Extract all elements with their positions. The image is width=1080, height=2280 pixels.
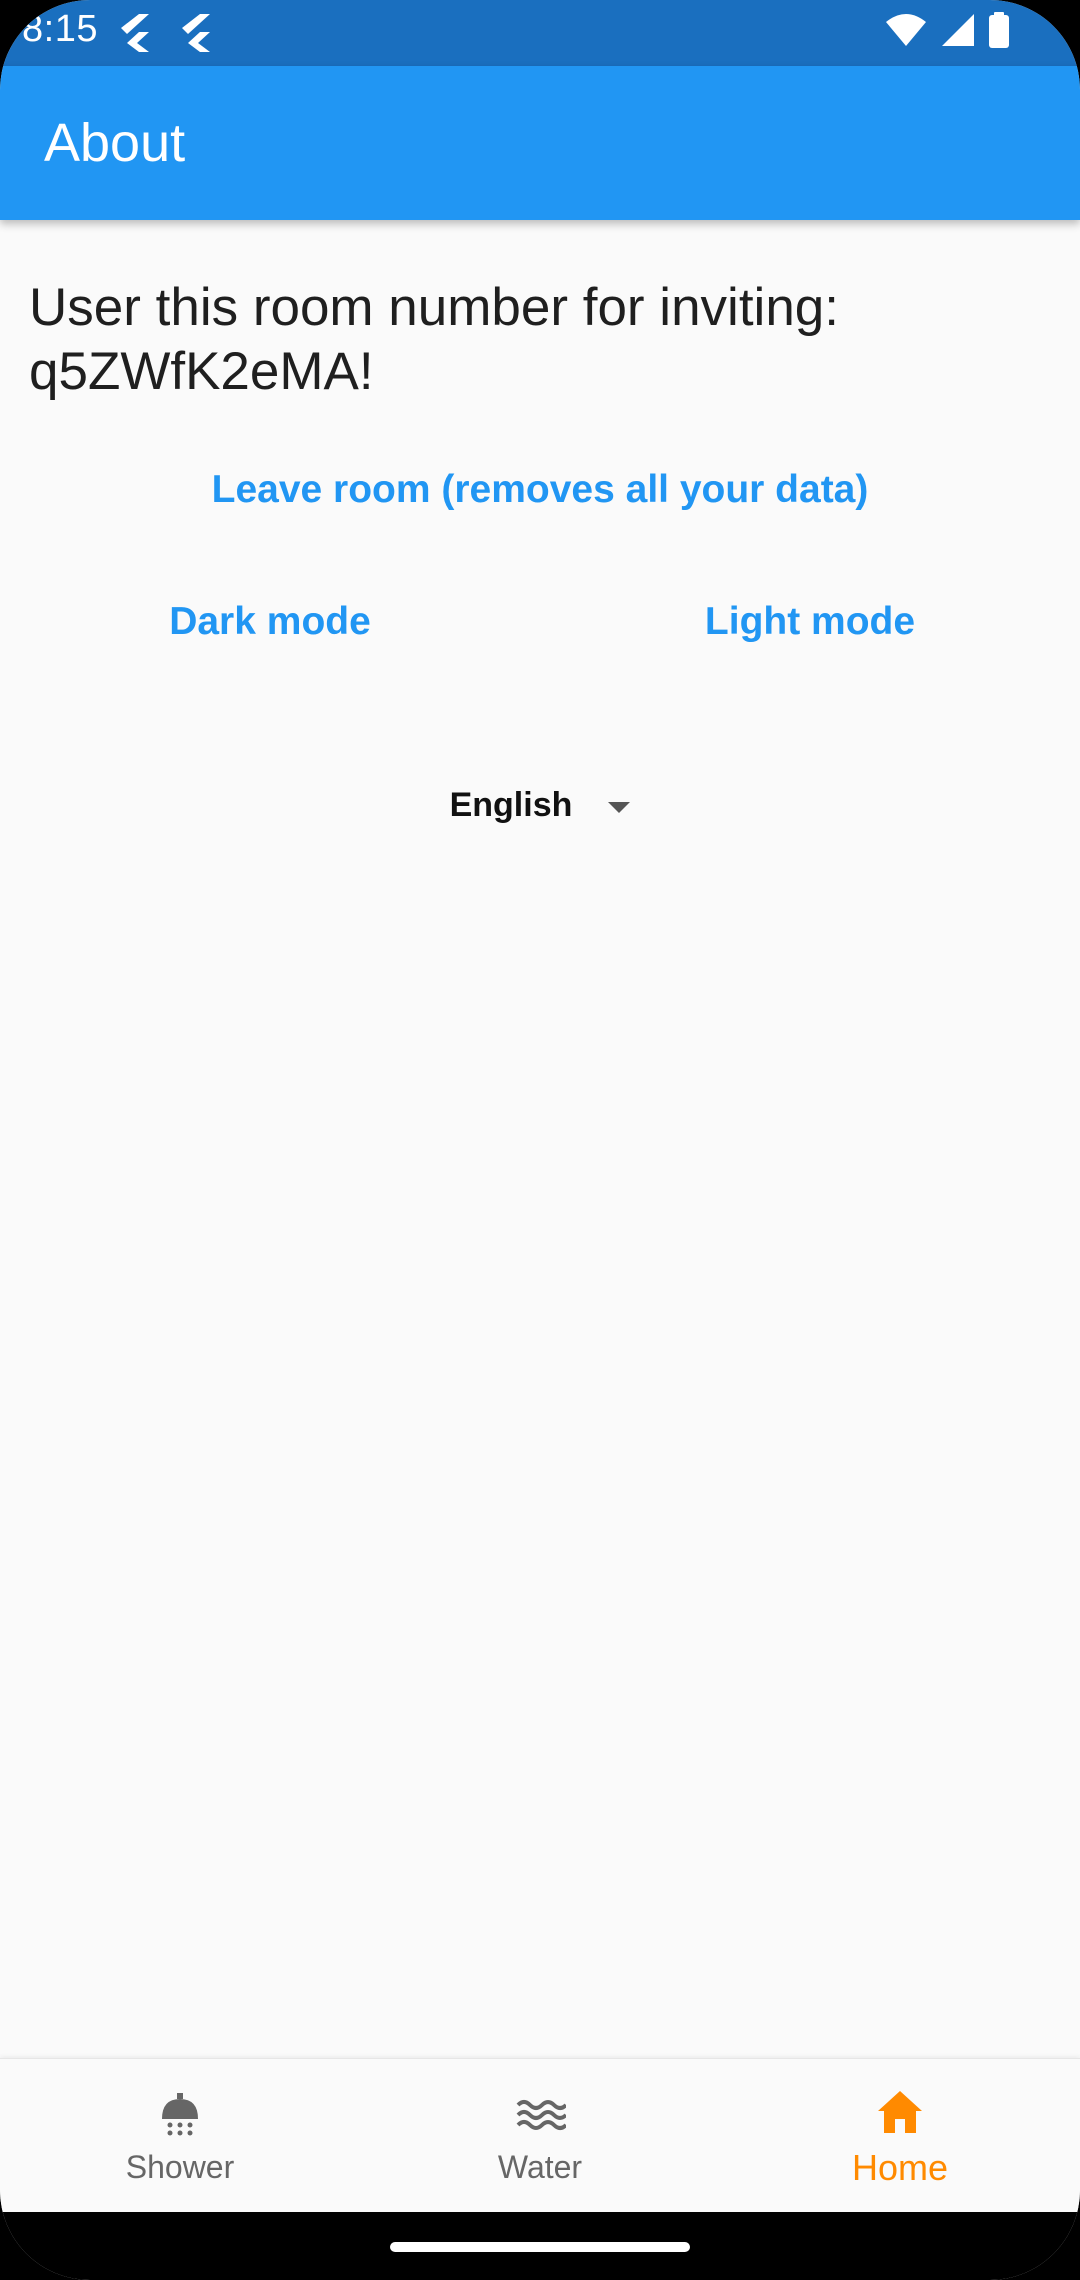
theme-mode-row: Dark mode Light mode	[0, 600, 1080, 650]
language-selected-value: English	[449, 786, 573, 824]
app-bar: About	[0, 66, 1080, 220]
nav-label-home: Home	[851, 2146, 949, 2188]
invite-message-line: User this room number for inviting:	[29, 278, 840, 337]
nav-item-shower[interactable]: Shower	[0, 2059, 360, 2212]
dropdown-arrow-icon	[608, 802, 631, 813]
waves-icon	[516, 2100, 566, 2130]
wifi-icon	[886, 14, 926, 46]
flutter-notification-icon	[182, 14, 210, 52]
battery-icon	[989, 12, 1009, 48]
room-code: q5ZWfK2eMA!	[29, 342, 374, 401]
status-time: 8:15	[22, 8, 98, 50]
bottom-navigation-bar: Shower Water Home	[0, 2058, 1080, 2212]
home-gesture-handle[interactable]	[390, 2242, 690, 2252]
nav-item-home[interactable]: Home	[720, 2059, 1080, 2212]
signal-icon	[942, 14, 974, 46]
leave-room-button[interactable]: Leave room (removes all your data)	[0, 468, 1080, 512]
status-bar: 8:15	[0, 0, 1080, 66]
invite-message: User this room number for inviting: q5ZW…	[29, 276, 1049, 404]
flutter-notification-icon	[121, 14, 149, 52]
nav-item-water[interactable]: Water	[360, 2059, 720, 2212]
page-title: About	[44, 113, 186, 173]
home-icon	[878, 2090, 922, 2133]
dark-mode-button[interactable]: Dark mode	[0, 600, 540, 644]
shower-icon	[162, 2093, 198, 2136]
language-dropdown[interactable]: English	[0, 786, 1080, 825]
phone-screen: 8:15 About User this room number for inv…	[0, 0, 1080, 2280]
gesture-navigation-area	[0, 2212, 1080, 2280]
light-mode-button[interactable]: Light mode	[540, 600, 1080, 644]
nav-label-shower: Shower	[125, 2149, 235, 2185]
nav-label-water: Water	[497, 2149, 583, 2185]
